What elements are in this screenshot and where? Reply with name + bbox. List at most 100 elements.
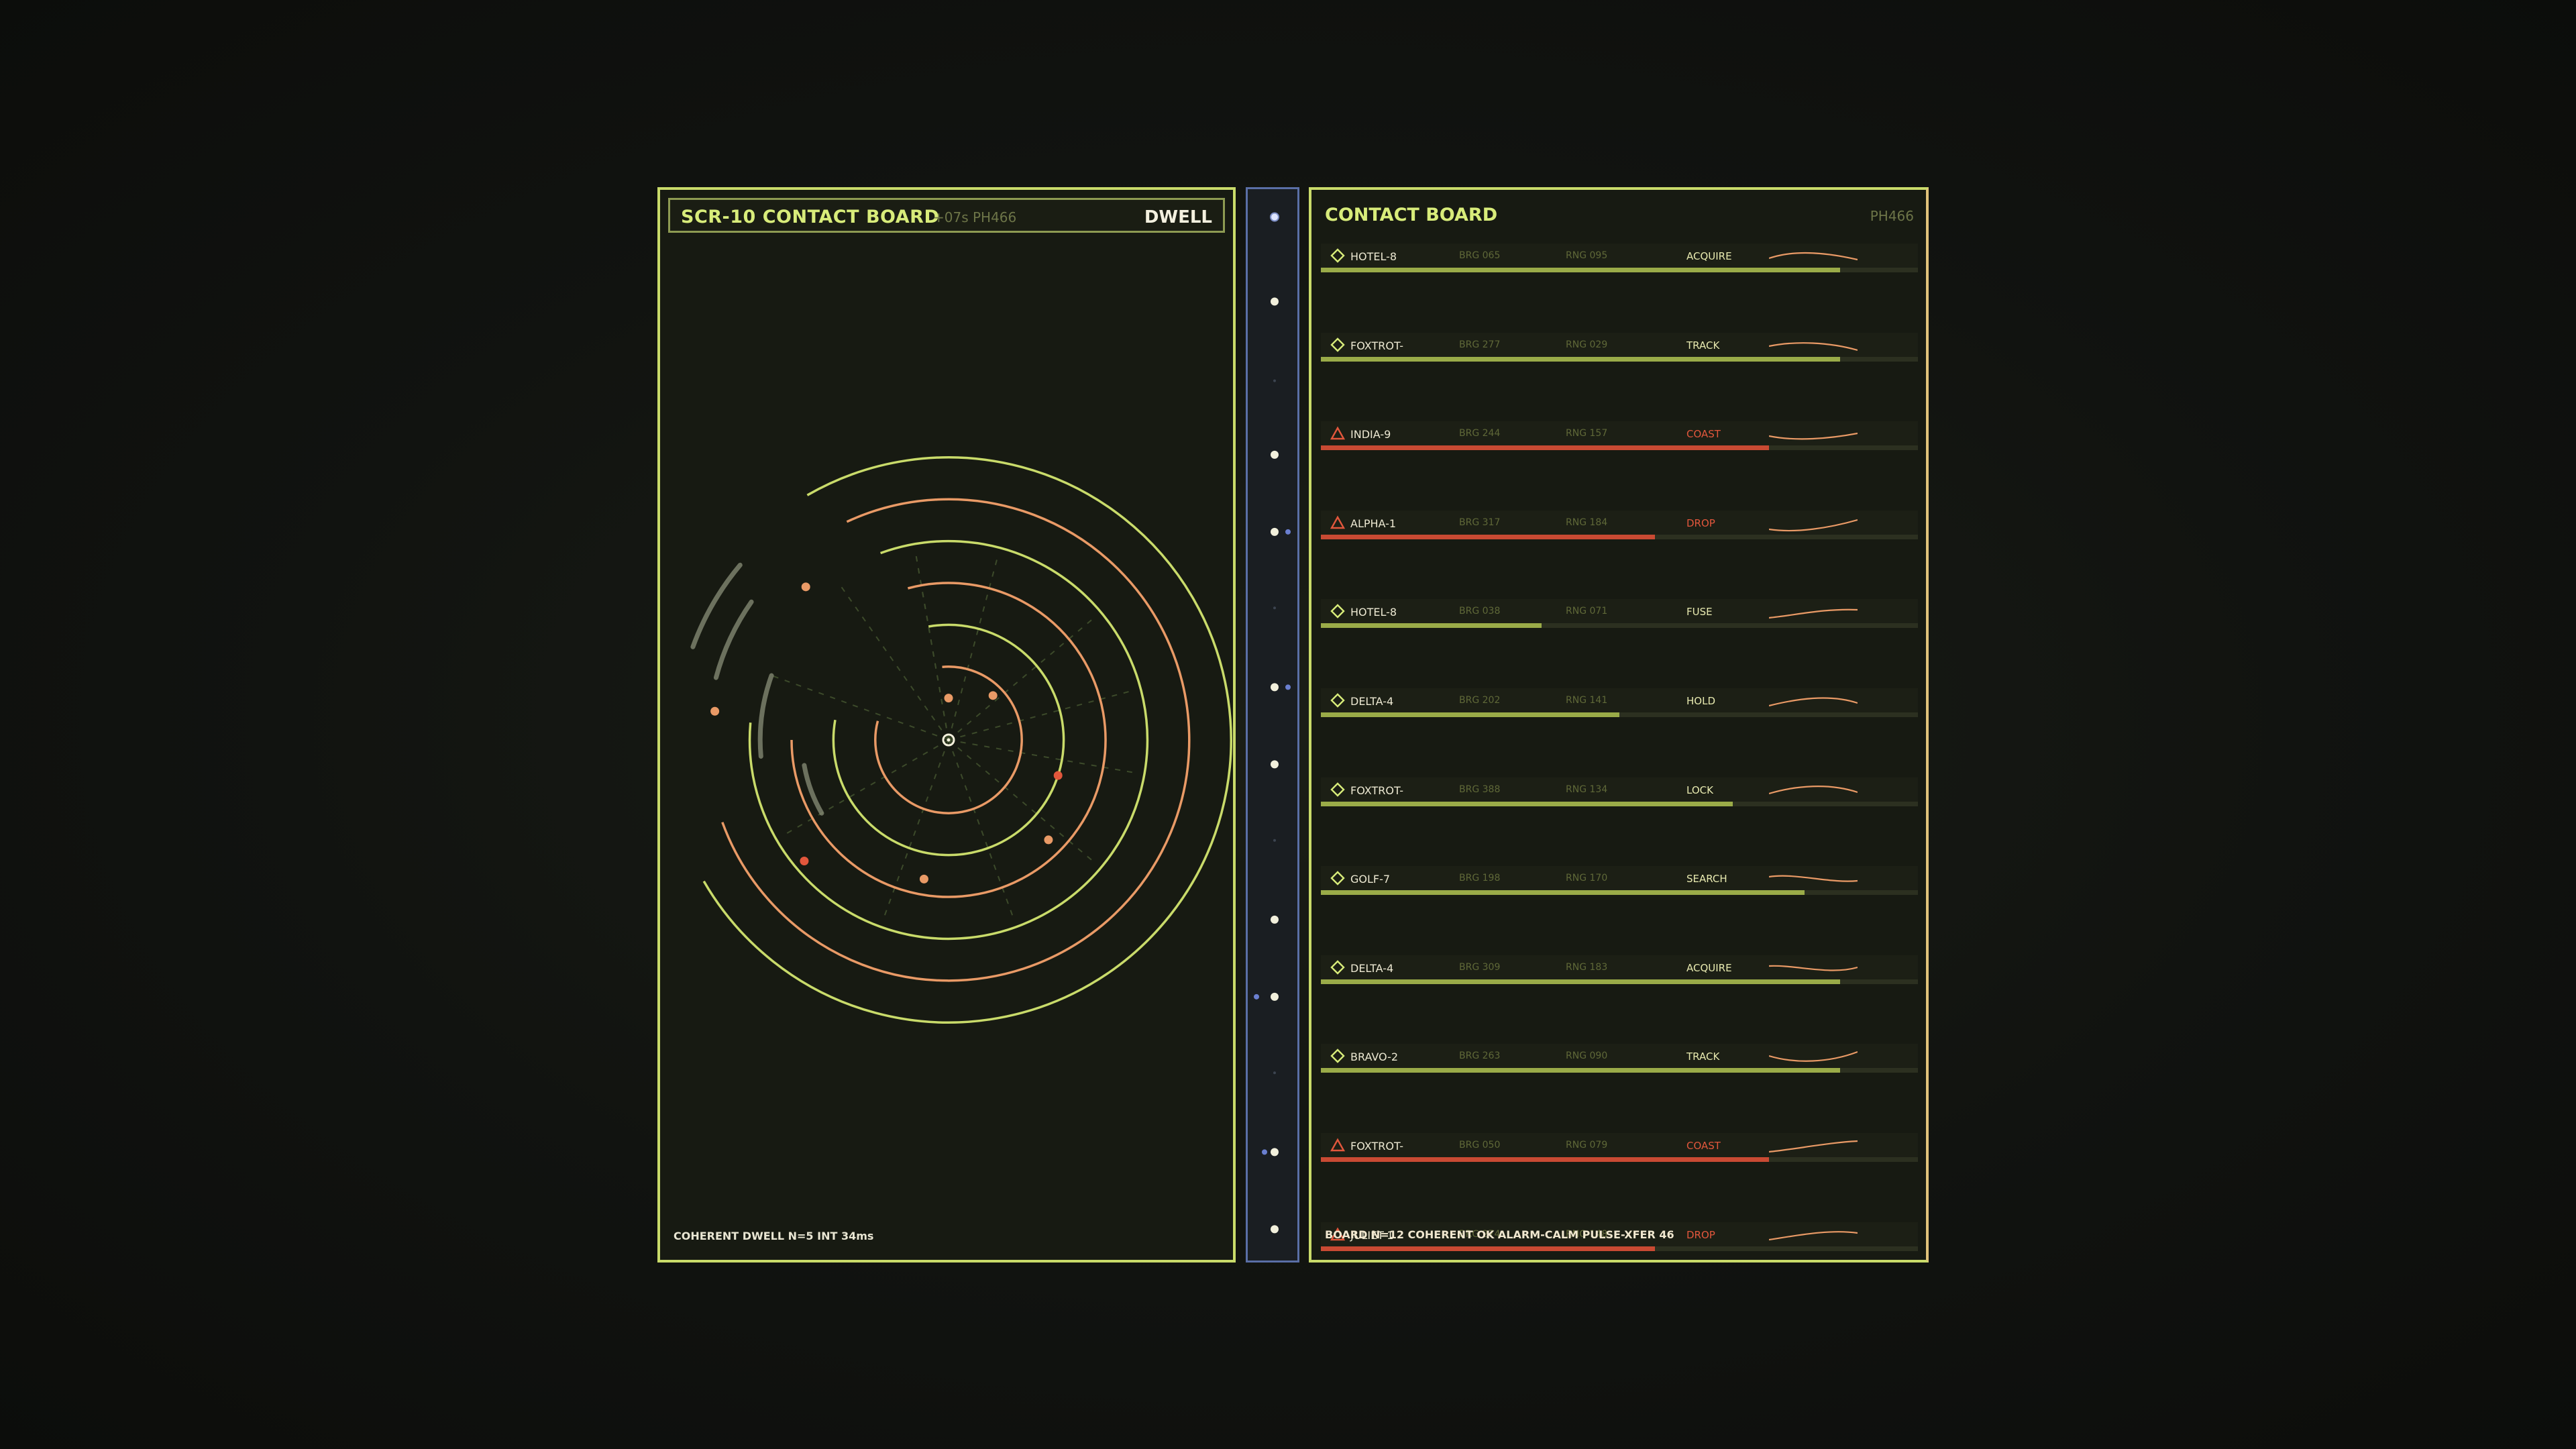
contact-bearing: BRG 388 — [1459, 784, 1501, 795]
contact-sparkline — [1769, 341, 1858, 351]
contact-range: RNG 029 — [1566, 339, 1608, 350]
contact-name: FOXTROT- — [1350, 784, 1404, 797]
contact-row[interactable]: DELTA-4 BRG 309 RNG 183 ACQUIRE — [1321, 955, 1918, 985]
contact-row[interactable]: DELTA-4 BRG 202 RNG 141 HOLD — [1321, 688, 1918, 718]
contact-bearing: BRG 198 — [1459, 873, 1501, 884]
timeline-side-dot — [1285, 529, 1291, 535]
warning-triangle-icon — [1330, 515, 1345, 529]
contact-name: GOLF-7 — [1350, 873, 1391, 886]
confidence-bar — [1321, 623, 1918, 629]
timeline-strip[interactable] — [1246, 187, 1299, 1263]
timeline-event-dot[interactable] — [1271, 450, 1279, 459]
confidence-fill — [1321, 979, 1841, 984]
timeline-event-dot[interactable] — [1271, 760, 1279, 769]
contact-row[interactable]: FOXTROT- BRG 277 RNG 029 TRACK — [1321, 332, 1918, 362]
contact-state: FUSE — [1686, 606, 1713, 619]
confidence-bar — [1321, 445, 1918, 451]
confidence-bar — [1321, 801, 1918, 806]
contact-row[interactable]: INDIA-9 BRG 244 RNG 157 COAST — [1321, 421, 1918, 451]
contact-state: DROP — [1686, 1228, 1715, 1241]
contact-diamond-icon — [1330, 782, 1345, 797]
contact-sparkline — [1769, 965, 1858, 971]
confidence-bar — [1321, 1246, 1918, 1251]
board-footer-status: BOARD N=12 COHERENT OK ALARM-CALM PULSE-… — [1325, 1228, 1674, 1241]
contact-state: COAST — [1686, 1140, 1721, 1152]
timeline-event-dot[interactable] — [1271, 992, 1279, 1001]
contact-bearing: BRG 065 — [1459, 250, 1501, 261]
contact-state: ACQUIRE — [1686, 250, 1732, 262]
timeline-event-dot[interactable] — [1271, 527, 1279, 536]
timeline-tick — [1273, 606, 1276, 610]
board-title: CONTACT BOARD — [1325, 205, 1498, 225]
contact-name: INDIA-9 — [1350, 428, 1391, 441]
contact-blip[interactable] — [1053, 771, 1063, 780]
contact-state: TRACK — [1686, 1051, 1720, 1063]
timeline-side-dot — [1254, 994, 1259, 1000]
confidence-fill — [1321, 801, 1733, 806]
timeline-tick — [1273, 839, 1276, 842]
confidence-fill — [1321, 534, 1656, 539]
contact-blip[interactable] — [801, 582, 810, 592]
contact-range: RNG 184 — [1566, 517, 1608, 528]
contact-bearing: BRG 277 — [1459, 339, 1501, 350]
radar-panel: SCR-10 CONTACT BOARD +07s PH466 DWELL CO… — [657, 187, 1236, 1263]
confidence-fill — [1321, 1246, 1656, 1251]
contact-blip[interactable] — [944, 694, 953, 703]
warning-triangle-icon — [1330, 426, 1345, 440]
contact-sparkline — [1769, 1230, 1858, 1240]
timeline-event-dot[interactable] — [1271, 297, 1279, 306]
contact-row[interactable]: HOTEL-8 BRG 038 RNG 071 FUSE — [1321, 599, 1918, 629]
contact-blip[interactable] — [988, 691, 998, 700]
confidence-bar — [1321, 268, 1918, 272]
contact-name: HOTEL-8 — [1350, 606, 1397, 619]
contact-blip[interactable] — [710, 706, 720, 716]
radar-scope[interactable] — [660, 190, 1233, 1260]
timeline-current-marker[interactable] — [1270, 212, 1279, 222]
contact-row[interactable]: GOLF-7 BRG 198 RNG 170 SEARCH — [1321, 866, 1918, 896]
contact-bearing: BRG 309 — [1459, 961, 1501, 973]
contact-row[interactable]: FOXTROT- BRG 050 RNG 079 COAST — [1321, 1133, 1918, 1163]
contact-state: DROP — [1686, 517, 1715, 529]
contact-row[interactable]: ALPHA-1 BRG 317 RNG 184 DROP — [1321, 510, 1918, 540]
contact-board-panel: CONTACT BOARD PH466 HOTEL-8 BRG 065 RNG … — [1309, 187, 1929, 1263]
confidence-bar — [1321, 890, 1918, 896]
contact-state: SEARCH — [1686, 873, 1727, 885]
contact-row[interactable]: HOTEL-8 BRG 065 RNG 095 ACQUIRE — [1321, 244, 1918, 273]
contact-bearing: BRG 317 — [1459, 517, 1501, 528]
confidence-bar — [1321, 979, 1918, 984]
contact-blip[interactable] — [1044, 835, 1053, 845]
contact-state: COAST — [1686, 428, 1721, 441]
timeline-event-dot[interactable] — [1271, 1148, 1279, 1157]
contact-blip[interactable] — [800, 856, 809, 865]
confidence-fill — [1321, 356, 1841, 362]
contact-diamond-icon — [1330, 248, 1345, 263]
contact-range: RNG 095 — [1566, 250, 1608, 261]
timeline-event-dot[interactable] — [1271, 915, 1279, 924]
contact-diamond-icon — [1330, 337, 1345, 352]
confidence-fill — [1321, 1157, 1769, 1162]
mode-badge[interactable]: DWELL — [1144, 207, 1212, 227]
contact-bearing: BRG 202 — [1459, 695, 1501, 706]
timeline-event-dot[interactable] — [1271, 683, 1279, 692]
warning-triangle-icon — [1330, 1138, 1345, 1152]
contact-blip[interactable] — [919, 874, 928, 883]
timeline-side-dot — [1262, 1149, 1267, 1155]
history-trail — [713, 599, 754, 680]
contact-name: FOXTROT- — [1350, 1140, 1404, 1152]
radar-header: SCR-10 CONTACT BOARD +07s PH466 DWELL — [668, 198, 1225, 233]
contact-range: RNG 079 — [1566, 1140, 1608, 1150]
contact-sparkline — [1769, 875, 1858, 882]
confidence-bar — [1321, 356, 1918, 362]
contact-sparkline — [1769, 252, 1858, 261]
contact-bearing: BRG 263 — [1459, 1051, 1501, 1062]
confidence-bar — [1321, 1157, 1918, 1162]
radar-spoke — [883, 739, 949, 918]
contact-row[interactable]: FOXTROT- BRG 388 RNG 134 LOCK — [1321, 777, 1918, 807]
contact-diamond-icon — [1330, 871, 1345, 885]
contact-bearing: BRG 050 — [1459, 1140, 1501, 1150]
timeline-event-dot[interactable] — [1271, 1225, 1279, 1234]
contact-row[interactable]: BRAVO-2 BRG 263 RNG 090 TRACK — [1321, 1044, 1918, 1073]
contact-range: RNG 071 — [1566, 606, 1608, 617]
contact-state: TRACK — [1686, 339, 1720, 352]
contact-diamond-icon — [1330, 693, 1345, 708]
